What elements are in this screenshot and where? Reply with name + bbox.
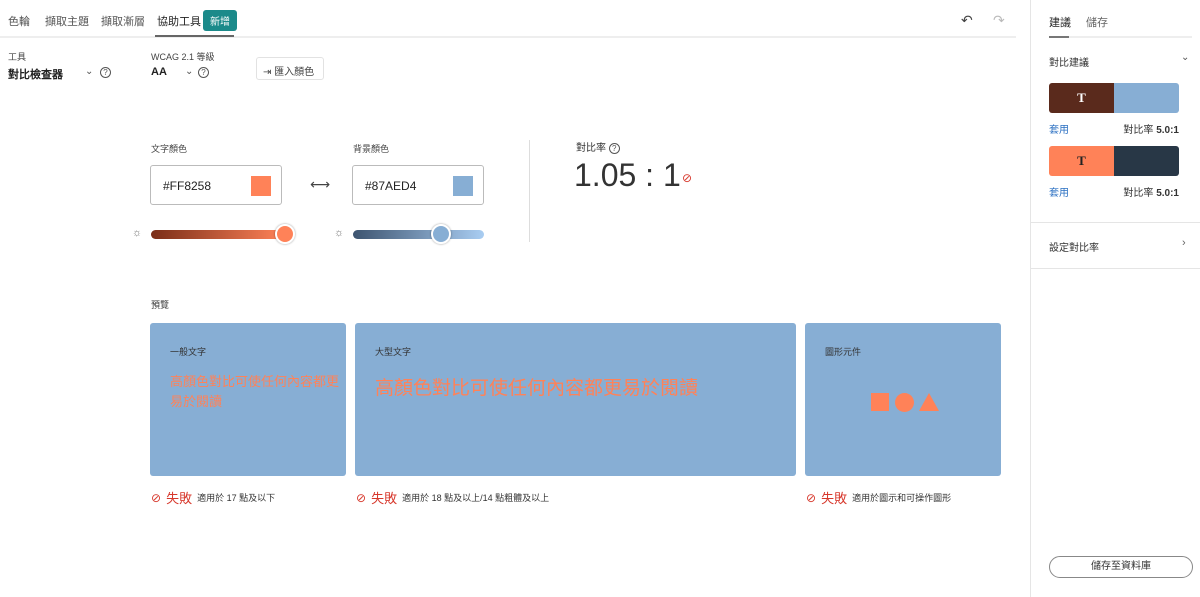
card-title: 大型文字 [375,347,412,357]
text-color-field[interactable]: #FF8258 [150,165,282,205]
note: 適用於 17 點及以下 [197,493,276,503]
help-icon[interactable]: ? [198,67,209,78]
graphic-result: ⊘ 失敗 適用於圖示和可操作圖形 [806,488,951,507]
chevron-down-icon[interactable]: ⌄ [85,66,93,77]
ratio-value: 5.0:1 [1156,125,1179,136]
tab-saved[interactable]: 儲存 [1086,14,1108,30]
set-ratio-item[interactable]: 設定對比率 [1049,239,1099,254]
circle-shape [895,393,914,412]
tab-suggestions[interactable]: 建議 [1049,14,1071,30]
fail-icon: ⊘ [356,490,367,505]
normal-text-card: 一般文字 高顏色對比可使任何內容都更易於閱讀 [150,323,346,476]
help-icon[interactable]: ? [100,67,111,78]
bg-brightness-slider[interactable] [353,230,484,239]
ratio-value: 5.0:1 [1156,188,1179,199]
fail-icon: ⊘ [151,490,162,505]
note: 適用於 18 點及以上/14 點粗體及以上 [402,493,550,503]
tool-label: 工具 [8,52,27,62]
chevron-down-icon[interactable]: ⌄ [1181,52,1189,63]
sample-text: 高顏色對比可使任何內容都更易於閱讀 [170,375,340,410]
tool-select[interactable]: 對比檢查器 [8,66,63,82]
text-slider-thumb[interactable] [275,224,295,244]
text-color-hex: #FF8258 [163,179,212,193]
suggestion-swatch[interactable]: T [1049,83,1179,113]
bg-slider-thumb[interactable] [431,224,451,244]
swap-icon[interactable]: ⟷ [310,176,330,193]
import-label: 匯入顏色 [274,67,315,78]
text-brightness-slider[interactable] [151,230,284,239]
undo-icon[interactable]: ↶ [961,12,973,29]
normal-text-result: ⊘ 失敗 適用於 17 點及以下 [151,488,275,507]
save-to-library-button[interactable]: 儲存至資料庫 [1049,556,1193,578]
ratio-label: 對比率 [1123,188,1154,199]
help-icon[interactable]: ? [608,143,620,154]
tab-extract-gradient[interactable]: 擷取漸層 [101,13,145,29]
active-tab-indicator [1049,36,1069,38]
contrast-label: 對比率 [576,143,606,154]
suggestion-swatch[interactable]: T [1049,146,1179,176]
wcag-select[interactable]: AA [151,66,167,78]
triangle-shape [919,393,939,411]
redo-icon[interactable]: ↷ [993,12,1005,29]
tab-color-wheel[interactable]: 色輪 [8,13,30,29]
tab-extract-theme[interactable]: 擷取主題 [45,13,89,29]
status: 失敗 [166,491,193,506]
card-title: 一般文字 [170,347,207,357]
section-title[interactable]: 對比建議 [1049,54,1089,69]
contrast-value: 1.05 : 1 [574,157,681,193]
brightness-icon: ☼ [132,227,143,239]
bg-color-label: 背景顏色 [353,144,390,154]
sample-text: 高顏色對比可使任何內容都更易於閱讀 [375,377,699,399]
large-text-card: 大型文字 高顏色對比可使任何內容都更易於閱讀 [355,323,796,476]
status: 失敗 [821,491,848,506]
large-text-result: ⊘ 失敗 適用於 18 點及以上/14 點粗體及以上 [356,488,549,507]
chevron-down-icon[interactable]: ⌄ [185,66,193,77]
status: 失敗 [371,491,398,506]
sidebar: 建議 儲存 對比建議 ⌄ T 套用 對比率 5.0:1 T 套用 對比率 5.0… [1030,0,1200,597]
apply-link[interactable]: 套用 [1049,184,1069,199]
bg-color-field[interactable]: #87AED4 [352,165,484,205]
import-icon: ⇥ [263,67,275,78]
fg-swatch: T [1049,146,1114,176]
fail-icon: ⊘ [806,490,817,505]
wcag-label: WCAG 2.1 等級 [151,52,215,62]
graphic-card: 圖形元件 [805,323,1001,476]
import-colors-button[interactable]: ⇥ 匯入顏色 [256,57,324,80]
fail-icon: ⊘ [682,171,693,185]
card-title: 圖形元件 [825,347,862,357]
preview-label: 預覽 [151,300,170,310]
apply-link[interactable]: 套用 [1049,121,1069,136]
new-badge: 新增 [203,10,237,31]
chevron-right-icon[interactable]: › [1182,237,1186,249]
fg-swatch: T [1049,83,1114,113]
ratio-label: 對比率 [1123,125,1154,136]
square-shape [871,393,889,411]
bg-color-hex: #87AED4 [365,179,417,193]
note: 適用於圖示和可操作圖形 [852,493,952,503]
divider [529,140,530,242]
text-color-label: 文字顏色 [151,144,188,154]
tab-underline [0,36,1016,38]
text-color-swatch[interactable] [251,176,271,196]
tab-accessibility[interactable]: 協助工具 [157,13,201,29]
bg-color-swatch[interactable] [453,176,473,196]
active-tab-indicator [155,35,234,37]
brightness-icon: ☼ [334,227,345,239]
